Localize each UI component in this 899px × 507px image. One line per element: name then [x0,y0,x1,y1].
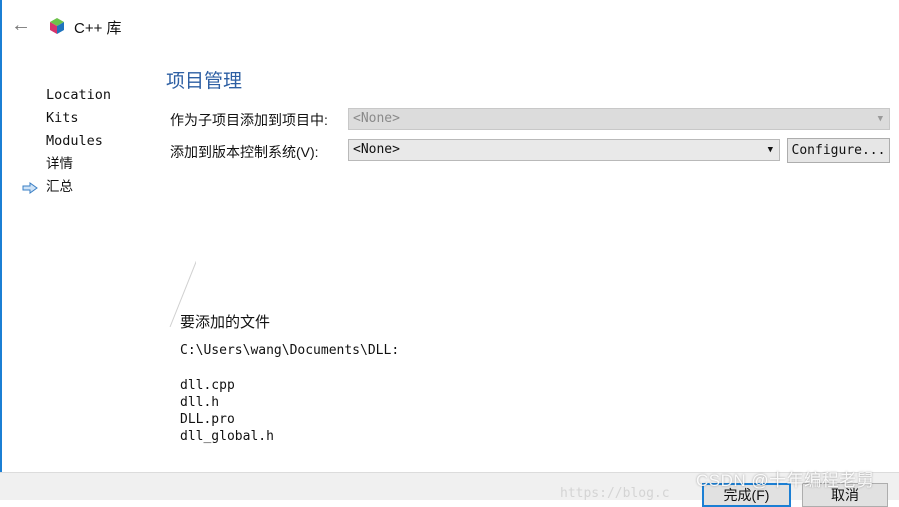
nav-item-summary[interactable]: 汇总 [22,176,162,199]
arrow-left-icon: ← [11,14,31,36]
file-list: dll.cpp dll.h DLL.pro dll_global.h [180,377,274,445]
nav-item-label: Kits [46,110,79,126]
nav-item-label: Location [46,87,112,103]
wizard-steps-nav: Location Kits Modules 详情 汇总 [22,84,162,199]
nav-item-location[interactable]: Location [22,84,162,107]
combo-value: <None> [353,142,400,157]
add-as-subproject-combo[interactable]: <None> ▼ [348,108,890,130]
file-list-item: dll.h [180,395,220,410]
watermark-text: CSDN @十年编程老舅 [696,471,875,490]
files-path: C:\Users\wang\Documents\DLL: [180,343,400,358]
nav-item-details[interactable]: 详情 [22,153,162,176]
chevron-down-icon: ▼ [767,145,773,155]
files-heading: 要添加的文件 [180,314,271,331]
vcs-label: 添加到版本控制系统(V): [170,144,319,160]
current-step-arrow-icon [22,182,38,194]
file-list-item: dll_global.h [180,429,274,444]
page-title: 项目管理 [166,71,243,92]
nav-item-modules[interactable]: Modules [22,130,162,153]
window-title: C++ 库 [74,20,122,37]
nav-item-kits[interactable]: Kits [22,107,162,130]
add-as-subproject-label: 作为子项目添加到项目中: [170,112,328,128]
chevron-down-icon: ▼ [877,114,883,124]
window-left-border [0,0,2,499]
file-list-item: dll.cpp [180,378,235,393]
title-bar: ← C++ 库 [0,0,899,52]
decorative-diagonal-line [169,260,196,327]
configure-button[interactable]: Configure... [787,138,890,163]
qt-creator-cube-icon [50,18,64,34]
nav-item-label: Modules [46,133,103,149]
vcs-combo[interactable]: <None> ▼ [348,139,780,161]
file-list-item: DLL.pro [180,412,235,427]
back-button[interactable]: ← [10,14,32,36]
nav-item-label: 汇总 [46,179,73,195]
combo-value: <None> [353,111,400,126]
nav-item-label: 详情 [46,156,73,172]
